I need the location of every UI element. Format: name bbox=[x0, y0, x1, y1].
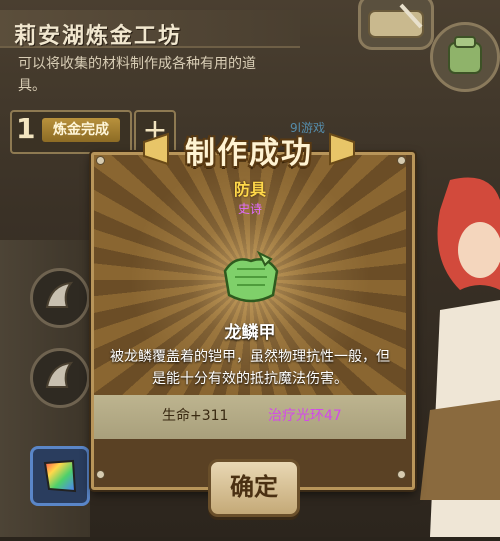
character-portrait bbox=[410, 170, 500, 537]
material-slot[interactable] bbox=[30, 348, 90, 408]
horn-icon bbox=[45, 361, 74, 388]
material-slot[interactable] bbox=[30, 268, 90, 328]
rainbow-cloth-icon bbox=[43, 459, 77, 493]
stage-number: 1 bbox=[16, 112, 36, 145]
dialog-title: 制作成功 bbox=[185, 136, 313, 171]
page-description: 可以将收集的材料制作成各种有用的道具。 bbox=[18, 56, 256, 94]
stats-panel bbox=[94, 395, 406, 439]
item-category: 防具 bbox=[233, 180, 266, 199]
backpack-icon[interactable] bbox=[430, 22, 500, 92]
page-title: 莉安湖炼金工坊 bbox=[14, 24, 183, 49]
rivet bbox=[96, 156, 105, 165]
stat-hp: 生命+311 bbox=[162, 408, 229, 424]
item-rarity: 史诗 bbox=[237, 202, 262, 216]
stage-status-label: 炼金完成 bbox=[42, 118, 120, 142]
item-name: 龙鳞甲 bbox=[224, 323, 276, 343]
item-description: 被龙鳞覆盖着的铠甲，虽然物理抗性一般，但是能十分有效的抵抗魔法伤害。 bbox=[110, 349, 390, 387]
rivet bbox=[397, 156, 406, 165]
scroll-icon[interactable] bbox=[358, 0, 434, 50]
material-slot-selected[interactable] bbox=[30, 446, 90, 506]
dragon-scale-armor-icon bbox=[223, 250, 279, 303]
rivet bbox=[96, 470, 105, 479]
horn-icon bbox=[45, 281, 74, 308]
rivet bbox=[397, 470, 406, 479]
confirm-button[interactable]: 确定 bbox=[208, 459, 300, 517]
stat-healing-aura: 治疗光环47 bbox=[268, 408, 342, 424]
